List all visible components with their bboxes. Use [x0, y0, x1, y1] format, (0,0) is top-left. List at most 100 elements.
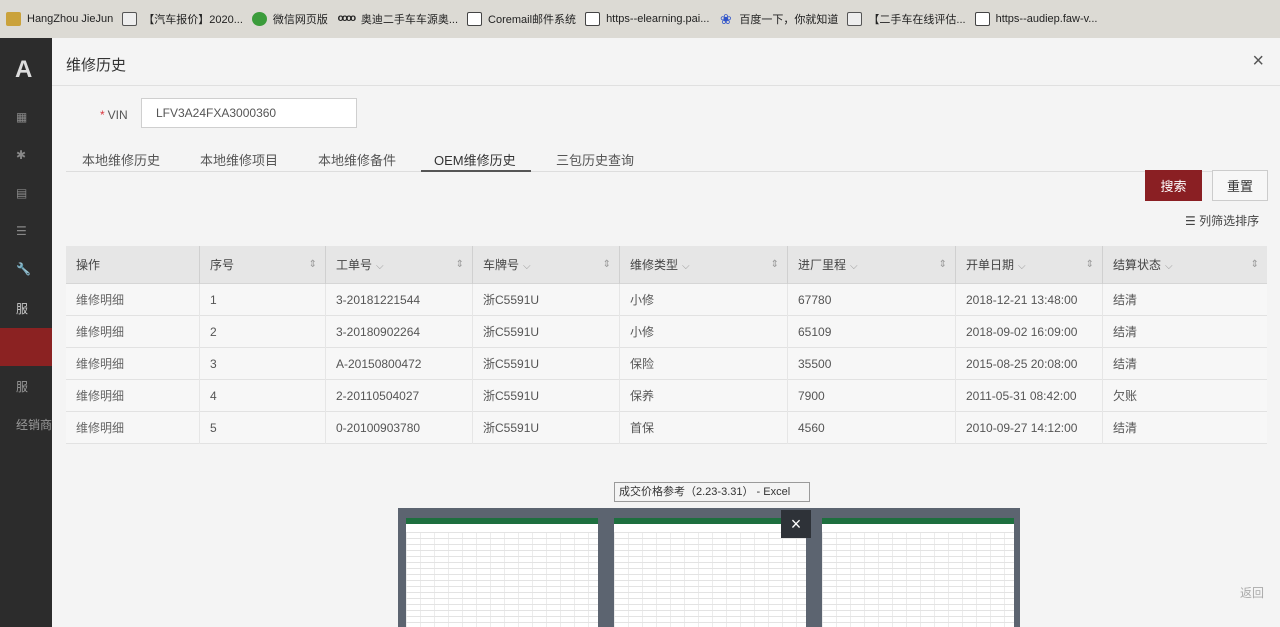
column-header[interactable]: 结算状态 ⌵ ⇕ — [1103, 246, 1267, 284]
page-icon — [585, 12, 601, 26]
column-header: 操作 — [66, 246, 200, 284]
sort-icon[interactable]: ⇕ — [456, 246, 464, 284]
table-row: 维修明细 3 A-20150800472 浙C5591U 保险 35500 2015-08-… — [66, 348, 1267, 380]
table-row: 维修明细 5 0-20100903780 浙C5591U 首保 4560 2010-09-2… — [66, 412, 1267, 444]
bookmark-item[interactable]: ❀ 百度一下，你就知道 — [718, 0, 847, 38]
cell-repair-type: 保养 — [620, 380, 788, 412]
repair-detail-link[interactable]: 维修明细 — [66, 348, 200, 380]
cell-mileage: 67780 — [788, 284, 956, 316]
bookmark-label: HangZhou JieJun — [27, 13, 114, 25]
tab-oem-repair-history[interactable]: OEM维修历史 — [434, 150, 516, 169]
return-button[interactable]: 返回 — [1240, 584, 1264, 601]
sidebar-item-service-2[interactable]: 服 — [16, 378, 28, 395]
thumbnail-grid — [822, 532, 1014, 627]
wechat-icon — [251, 12, 267, 26]
bookmark-label: Coremail邮件系统 — [488, 14, 577, 26]
excel-window-thumbnail[interactable] — [614, 518, 806, 627]
tab-warranty-history[interactable]: 三包历史查询 — [556, 150, 634, 169]
chevron-down-icon[interactable]: ⌵ — [376, 261, 384, 272]
column-header[interactable]: 开单日期 ⌵ ⇕ — [956, 246, 1103, 284]
cell-plate: 浙C5591U — [473, 412, 620, 444]
repair-detail-link[interactable]: 维修明细 — [66, 284, 200, 316]
menu-icon[interactable]: ✱ — [16, 148, 46, 168]
column-header-label: 工单号 — [336, 258, 373, 272]
table-icon[interactable]: ▤ — [16, 186, 46, 206]
chevron-down-icon[interactable]: ⌵ — [1018, 261, 1026, 272]
sort-icon[interactable]: ⇕ — [603, 246, 611, 284]
bookmark-item[interactable]: https--audiep.faw-v... — [974, 0, 1107, 38]
sort-icon[interactable]: ⇕ — [309, 246, 317, 284]
thumbnail-grid — [406, 532, 598, 627]
active-tab-indicator — [421, 170, 531, 172]
grid-icon[interactable]: ▦ — [16, 110, 46, 130]
excel-window-thumbnail[interactable] — [406, 518, 598, 627]
table-row: 维修明细 2 3-20180902264 浙C5591U 小修 65109 2018-09-… — [66, 316, 1267, 348]
close-icon[interactable]: × — [1252, 50, 1264, 73]
chevron-down-icon[interactable]: ⌵ — [850, 261, 858, 272]
cell-plate: 浙C5591U — [473, 348, 620, 380]
column-header[interactable]: 序号 ⇕ — [200, 246, 326, 284]
bookmark-item[interactable]: 【汽车报价】2020... — [122, 0, 252, 38]
modal-title: 维修历史 — [66, 57, 127, 74]
column-filter-sort-button[interactable]: ☰ 列筛选排序 — [1185, 212, 1259, 229]
column-header-label: 结算状态 — [1113, 258, 1162, 272]
bookmark-item[interactable]: HangZhou JieJun — [6, 0, 122, 38]
sidebar-active-item[interactable] — [0, 328, 52, 366]
list-icon[interactable]: ☰ — [16, 224, 46, 244]
bookmark-item[interactable]: https--elearning.pai... — [585, 0, 718, 38]
tab-local-repair-items[interactable]: 本地维修项目 — [200, 150, 278, 169]
cell-repair-type: 保险 — [620, 348, 788, 380]
cell-open-date: 2015-08-25 20:08:00 — [956, 348, 1103, 380]
column-header-label: 序号 — [210, 258, 235, 272]
sidebar-item-service[interactable]: 服 — [16, 300, 28, 317]
column-header[interactable]: 维修类型 ⌵ ⇕ — [620, 246, 788, 284]
sort-icon[interactable]: ⇕ — [771, 246, 779, 284]
excel-window-thumbnail[interactable] — [822, 518, 1014, 627]
bookmark-item[interactable]: 微信网页版 — [251, 0, 337, 38]
app-sidebar: A ▦ ✱ ▤ ☰ 🔧 服 服 经销商 — [0, 38, 52, 627]
wrench-icon[interactable]: 🔧 — [16, 262, 46, 282]
modal-header: 维修历史 — [52, 38, 1280, 86]
chevron-down-icon[interactable]: ⌵ — [682, 261, 690, 272]
cell-seq: 4 — [200, 380, 326, 412]
close-icon[interactable]: × — [781, 510, 811, 538]
cell-repair-type: 小修 — [620, 316, 788, 348]
chevron-down-icon[interactable]: ⌵ — [523, 261, 531, 272]
chevron-down-icon[interactable]: ⌵ — [1165, 261, 1173, 272]
cell-mileage: 7900 — [788, 380, 956, 412]
table-row: 维修明细 4 2-20110504027 浙C5591U 保养 7900 2011-05-3… — [66, 380, 1267, 412]
column-header[interactable]: 工单号 ⌵ ⇕ — [326, 246, 473, 284]
baidu-icon: ❀ — [720, 11, 732, 27]
repair-detail-link[interactable]: 维修明细 — [66, 412, 200, 444]
cell-mileage: 65109 — [788, 316, 956, 348]
sort-icon[interactable]: ⇕ — [1251, 246, 1259, 284]
cell-mileage: 4560 — [788, 412, 956, 444]
page-icon — [974, 12, 990, 26]
repair-detail-link[interactable]: 维修明细 — [66, 380, 200, 412]
search-button[interactable]: 搜索 — [1145, 170, 1202, 201]
column-header-label: 开单日期 — [966, 258, 1015, 272]
repair-detail-link[interactable]: 维修明细 — [66, 316, 200, 348]
bookmark-item[interactable]: oooo 奥迪二手车车源奥... — [337, 0, 467, 38]
cell-repair-type: 首保 — [620, 412, 788, 444]
required-mark: * — [100, 108, 105, 122]
tab-local-repair-history[interactable]: 本地维修历史 — [82, 150, 160, 169]
column-header[interactable]: 车牌号 ⌵ ⇕ — [473, 246, 620, 284]
cell-settlement: 欠账 — [1113, 389, 1138, 403]
cell-seq: 2 — [200, 316, 326, 348]
reset-button[interactable]: 重置 — [1212, 170, 1268, 201]
bookmark-item[interactable]: 【二手车在线评估... — [847, 0, 974, 38]
sidebar-item-dealer[interactable]: 经销商 — [16, 416, 52, 433]
tab-local-repair-parts[interactable]: 本地维修备件 — [318, 150, 396, 169]
cell-settlement: 结清 — [1113, 325, 1138, 339]
sort-icon[interactable]: ⇕ — [939, 246, 947, 284]
column-header[interactable]: 进厂里程 ⌵ ⇕ — [788, 246, 956, 284]
vin-input[interactable] — [141, 98, 357, 128]
cell-settlement: 结清 — [1113, 357, 1138, 371]
cell-plate: 浙C5591U — [473, 316, 620, 348]
sort-icon[interactable]: ⇕ — [1086, 246, 1094, 284]
taskbar-window-preview: × — [398, 508, 1020, 627]
column-header-label: 进厂里程 — [798, 258, 847, 272]
page-icon — [467, 12, 483, 26]
bookmark-item[interactable]: Coremail邮件系统 — [467, 0, 585, 38]
